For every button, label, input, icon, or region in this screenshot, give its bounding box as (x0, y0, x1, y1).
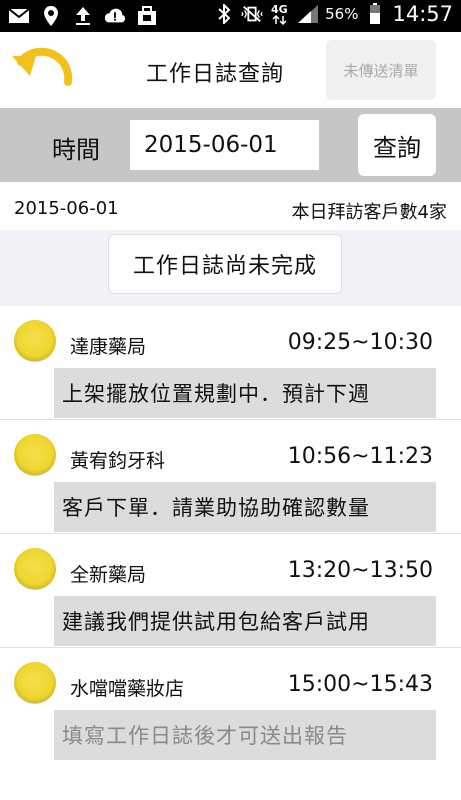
upload-icon (72, 4, 94, 28)
list-item[interactable]: 水噹噹藥妝店 15:00~15:43 填寫工作日誌後才可送出報告 (0, 648, 461, 762)
log-incomplete-button[interactable]: 工作日誌尚未完成 (108, 234, 342, 294)
location-icon (40, 4, 62, 28)
clock: 14:57 (392, 2, 453, 26)
network-4g-icon: 4G (269, 2, 291, 26)
vibrate-icon (241, 2, 263, 26)
date-input[interactable] (130, 120, 319, 170)
status-bar-system: 4G 56% 14:57 (213, 2, 453, 26)
status-bar-notifications (8, 4, 158, 28)
list-item[interactable]: 黃宥鈞牙科 10:56~11:23 客戶下單．請業助協助確認數量 (0, 420, 461, 534)
search-bar: 時間 查詢 (0, 108, 461, 182)
cloud-alert-icon (104, 4, 126, 28)
shop-name: 黃宥鈞牙科 (70, 450, 166, 472)
visit-hours: 09:25~10:30 (287, 330, 433, 355)
briefcase-icon (136, 4, 158, 28)
battery-percentage: 56% (325, 5, 359, 23)
status-dot-icon (14, 662, 56, 704)
status-dot-icon (14, 548, 56, 590)
summary-row: 2015-06-01 本日拜訪客戶數4家 (0, 182, 461, 230)
shop-name: 全新藥局 (70, 564, 147, 586)
status-bar: 4G 56% 14:57 (0, 0, 461, 32)
visit-note[interactable]: 建議我們提供試用包給客戶試用 (54, 596, 436, 646)
mail-icon (8, 4, 30, 28)
visit-list: 達康藥局 09:25~10:30 上架擺放位置規劃中．預計下週 黃宥鈞牙科 10… (0, 306, 461, 762)
unsent-list-button[interactable]: 未傳送清單 (326, 40, 436, 100)
battery-icon (364, 2, 386, 26)
visit-note[interactable]: 上架擺放位置規劃中．預計下週 (54, 368, 436, 418)
list-item[interactable]: 達康藥局 09:25~10:30 上架擺放位置規劃中．預計下週 (0, 306, 461, 420)
visit-note-placeholder[interactable]: 填寫工作日誌後才可送出報告 (54, 710, 436, 760)
status-dot-icon (14, 320, 56, 362)
back-button[interactable] (10, 42, 74, 100)
list-item[interactable]: 全新藥局 13:20~13:50 建議我們提供試用包給客戶試用 (0, 534, 461, 648)
signal-icon (297, 2, 319, 26)
page-title: 工作日誌查詢 (146, 62, 285, 87)
notice-bar: 工作日誌尚未完成 (0, 230, 461, 306)
app-header: 工作日誌查詢 未傳送清單 (0, 32, 461, 108)
status-dot-icon (14, 434, 56, 476)
shop-name: 水噹噹藥妝店 (70, 678, 185, 700)
visit-count: 本日拜訪客戶數4家 (291, 202, 447, 223)
visit-hours: 15:00~15:43 (287, 672, 433, 697)
summary-date: 2015-06-01 (14, 198, 119, 219)
visit-hours: 10:56~11:23 (287, 444, 433, 469)
visit-note[interactable]: 客戶下單．請業助協助確認數量 (54, 482, 436, 532)
time-label: 時間 (52, 136, 100, 164)
shop-name: 達康藥局 (70, 336, 147, 358)
bluetooth-icon (213, 2, 235, 26)
visit-hours: 13:20~13:50 (287, 558, 433, 583)
back-arrow-icon (12, 47, 73, 86)
query-button[interactable]: 查詢 (358, 114, 436, 176)
svg-text:4G: 4G (271, 3, 288, 16)
